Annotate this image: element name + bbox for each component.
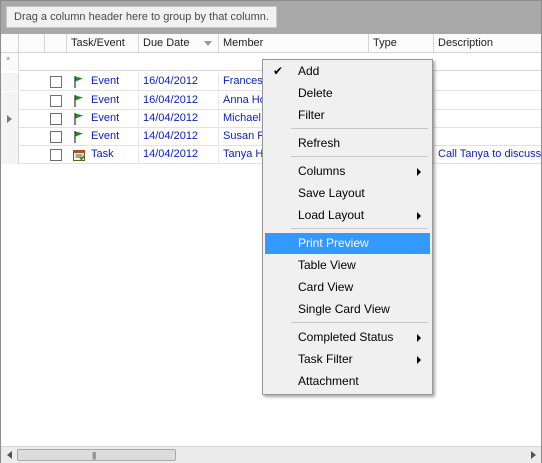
column-header-member[interactable]: Member: [219, 34, 369, 52]
new-row-marker: *: [6, 55, 11, 67]
column-header-task-event[interactable]: Task/Event: [67, 34, 139, 52]
complete-checkbox[interactable]: [50, 131, 62, 143]
row-indicator[interactable]: [1, 110, 19, 128]
menu-item-filter[interactable]: Filter: [265, 105, 430, 126]
task-icon: [72, 148, 86, 162]
menu-item-label: Completed Status: [298, 330, 394, 344]
task-event-cell[interactable]: Task: [87, 146, 139, 164]
menu-item-refresh[interactable]: Refresh: [265, 133, 430, 154]
horizontal-scrollbar[interactable]: |||: [1, 446, 541, 463]
column-header-due-date[interactable]: Due Date: [139, 34, 219, 52]
menu-item-table-view[interactable]: Table View: [265, 255, 430, 276]
checkmark-icon: ✔: [273, 64, 284, 78]
menu-item-label: Columns: [298, 164, 346, 178]
menu-separator: [291, 156, 428, 157]
context-menu: Add ✔ Delete Filter Refresh Columns Save Layou…: [262, 59, 433, 395]
flag-icon: [72, 75, 86, 89]
row-indicator-header: [1, 34, 19, 52]
description-cell[interactable]: Call Tanya to discuss: [434, 146, 541, 164]
complete-header[interactable]: [45, 34, 67, 52]
menu-item-add[interactable]: Add ✔: [265, 61, 430, 82]
due-date-label: Due Date: [143, 37, 190, 49]
due-date-cell[interactable]: 14/04/2012: [139, 128, 219, 146]
menu-item-attachment[interactable]: Attachment: [265, 371, 430, 392]
menu-item-delete[interactable]: Delete: [265, 83, 430, 104]
column-header-type[interactable]: Type: [369, 34, 434, 52]
description-cell[interactable]: [434, 92, 541, 110]
task-event-cell[interactable]: Event: [87, 92, 139, 110]
row-indicator[interactable]: [1, 146, 19, 164]
menu-item-label: Card View: [298, 280, 354, 294]
row-indicator[interactable]: [1, 128, 19, 146]
menu-item-label: Filter: [298, 108, 325, 122]
menu-item-load-layout[interactable]: Load Layout: [265, 205, 430, 226]
submenu-arrow-icon: [417, 334, 421, 342]
scrollbar-thumb[interactable]: |||: [17, 449, 176, 461]
menu-item-label: Load Layout: [298, 208, 365, 222]
menu-separator: [291, 228, 428, 229]
flag-icon: [72, 94, 86, 108]
blank-header: [19, 34, 45, 52]
menu-item-label: Delete: [298, 86, 333, 100]
menu-item-task-filter[interactable]: Task Filter: [265, 349, 430, 370]
menu-item-label: Task Filter: [298, 352, 353, 366]
complete-checkbox[interactable]: [50, 149, 62, 161]
menu-item-label: Table View: [298, 258, 356, 272]
menu-item-label: Save Layout: [298, 186, 365, 200]
menu-item-save-layout[interactable]: Save Layout: [265, 183, 430, 204]
flag-icon: [72, 130, 86, 144]
complete-checkbox[interactable]: [50, 95, 62, 107]
description-cell[interactable]: [434, 73, 541, 91]
column-header-row: Task/Event Due Date Member Type Descript…: [1, 34, 541, 53]
group-by-hint: Drag a column header here to group by th…: [6, 6, 277, 28]
due-date-cell[interactable]: 14/04/2012: [139, 146, 219, 164]
column-header-description[interactable]: Description: [434, 34, 541, 52]
description-cell[interactable]: [434, 128, 541, 146]
menu-item-single-card-view[interactable]: Single Card View: [265, 299, 430, 320]
scroll-left-icon[interactable]: [7, 451, 12, 459]
sort-descending-icon: [204, 41, 212, 46]
complete-checkbox[interactable]: [50, 76, 62, 88]
menu-item-label: Print Preview: [298, 236, 369, 250]
due-date-cell[interactable]: 14/04/2012: [139, 110, 219, 128]
row-indicator[interactable]: [1, 73, 19, 91]
menu-item-columns[interactable]: Columns: [265, 161, 430, 182]
due-date-cell[interactable]: 16/04/2012: [139, 73, 219, 91]
task-event-cell[interactable]: Event: [87, 128, 139, 146]
grip-icon: |||: [92, 451, 96, 460]
flag-icon: [72, 112, 86, 126]
due-date-cell[interactable]: 16/04/2012: [139, 92, 219, 110]
menu-item-card-view[interactable]: Card View: [265, 277, 430, 298]
task-event-cell[interactable]: Event: [87, 73, 139, 91]
description-cell[interactable]: [434, 110, 541, 128]
task-event-cell[interactable]: Event: [87, 110, 139, 128]
menu-item-print-preview[interactable]: Print Preview: [265, 233, 430, 254]
menu-item-completed-status[interactable]: Completed Status: [265, 327, 430, 348]
new-row-indicator: *: [1, 53, 19, 71]
submenu-arrow-icon: [417, 168, 421, 176]
submenu-arrow-icon: [417, 356, 421, 364]
menu-separator: [291, 128, 428, 129]
menu-item-label: Single Card View: [298, 302, 390, 316]
menu-item-label: Add: [298, 64, 320, 78]
menu-separator: [291, 322, 428, 323]
row-indicator[interactable]: [1, 92, 19, 110]
scroll-right-icon[interactable]: [531, 451, 536, 459]
group-by-panel[interactable]: Drag a column header here to group by th…: [1, 1, 541, 34]
submenu-arrow-icon: [417, 212, 421, 220]
menu-item-label: Refresh: [298, 136, 341, 150]
complete-checkbox[interactable]: [50, 113, 62, 125]
current-row-arrow-icon: [7, 115, 12, 123]
menu-item-label: Attachment: [298, 374, 359, 388]
